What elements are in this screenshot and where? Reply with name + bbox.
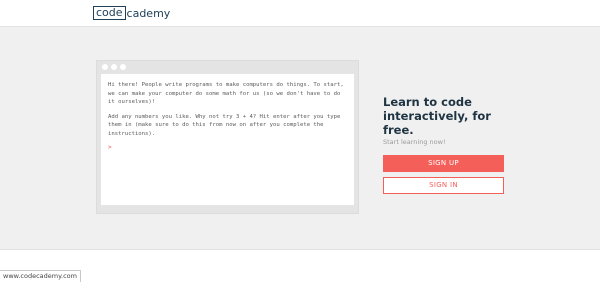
console-prompt-icon[interactable]: >: [108, 144, 112, 151]
window-dot-icon: [111, 64, 117, 70]
signup-panel: Learn to code interactively, for free. S…: [383, 95, 505, 194]
logo-boxed-text: code: [93, 6, 126, 20]
instruction-text-1: Hi there! People write programs to make …: [108, 82, 344, 105]
console-pane[interactable]: Hi there! People write programs to make …: [101, 74, 354, 205]
hero-section: Hi there! People write programs to make …: [0, 27, 600, 250]
top-nav-bar: code cademy: [0, 0, 600, 27]
window-dot-icon: [120, 64, 126, 70]
code-editor-window: Hi there! People write programs to make …: [96, 60, 359, 214]
logo-text: cademy: [126, 6, 171, 20]
subheadline: Start learning now!: [383, 138, 446, 146]
window-dot-icon: [102, 64, 108, 70]
sign-up-button[interactable]: SIGN UP: [383, 155, 504, 172]
sign-in-button[interactable]: SIGN IN: [383, 177, 504, 194]
browser-status-bar: www.codecademy.com: [0, 270, 81, 282]
codecademy-logo[interactable]: code cademy: [93, 6, 170, 20]
instruction-text-2: Add any numbers you like. Why not try 3 …: [108, 113, 341, 137]
headline: Learn to code interactively, for free.: [383, 95, 491, 137]
window-controls: [102, 64, 126, 70]
